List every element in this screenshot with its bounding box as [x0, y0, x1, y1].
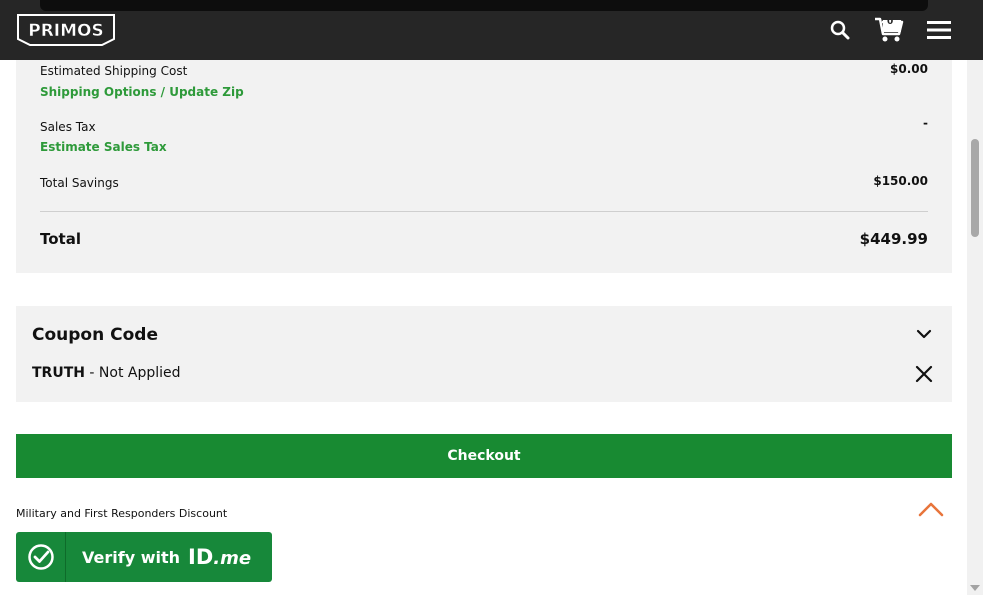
estimate-sales-tax-link[interactable]: Estimate Sales Tax	[40, 140, 167, 154]
coupon-code: TRUTH	[32, 365, 85, 381]
coupon-section: Coupon Code TRUTH - Not Applied	[16, 306, 952, 402]
shipping-value: $0.00	[890, 62, 928, 76]
sales-tax-value: -	[923, 116, 928, 130]
chevron-down-icon[interactable]	[914, 326, 934, 342]
order-summary: Estimated Shipping Cost $0.00 Shipping O…	[16, 60, 952, 273]
cart-icon[interactable]: 0	[872, 14, 906, 46]
applied-coupon: TRUTH - Not Applied	[32, 365, 181, 381]
header-strip	[40, 0, 928, 11]
close-icon[interactable]	[914, 364, 934, 384]
military-discount-label: Military and First Responders Discount	[16, 507, 228, 520]
shipping-label: Estimated Shipping Cost	[40, 64, 188, 78]
verify-text: Verify with	[82, 547, 180, 567]
checkout-button[interactable]: Checkout	[16, 434, 952, 478]
cart-count: 0	[887, 17, 894, 27]
back-to-top-icon[interactable]	[917, 500, 945, 518]
summary-divider	[40, 211, 928, 212]
total-label: Total	[40, 230, 81, 248]
verify-idme-button[interactable]: Verify with ID.me	[16, 532, 272, 582]
svg-text:PRIMOS: PRIMOS	[28, 21, 104, 41]
check-circle-icon	[16, 532, 66, 582]
sales-tax-label: Sales Tax	[40, 120, 96, 134]
idme-me: .me	[213, 548, 252, 569]
search-icon[interactable]	[826, 14, 854, 46]
idme-logo: ID.me	[188, 545, 251, 569]
coupon-title[interactable]: Coupon Code	[32, 325, 158, 345]
shipping-options-link[interactable]: Shipping Options / Update Zip	[40, 85, 244, 99]
total-savings-label: Total Savings	[40, 176, 119, 190]
scrollbar-thumb[interactable]	[971, 139, 979, 237]
total-savings-value: $150.00	[873, 174, 928, 188]
coupon-status: - Not Applied	[84, 365, 181, 381]
total-value: $449.99	[859, 230, 928, 248]
primos-logo[interactable]: PRIMOS	[16, 13, 116, 47]
scroll-down-arrow-icon[interactable]	[970, 585, 980, 591]
scrollbar[interactable]	[967, 60, 983, 595]
idme-id: ID	[188, 545, 214, 569]
site-header: PRIMOS 0	[0, 0, 983, 60]
menu-icon[interactable]	[924, 14, 954, 46]
